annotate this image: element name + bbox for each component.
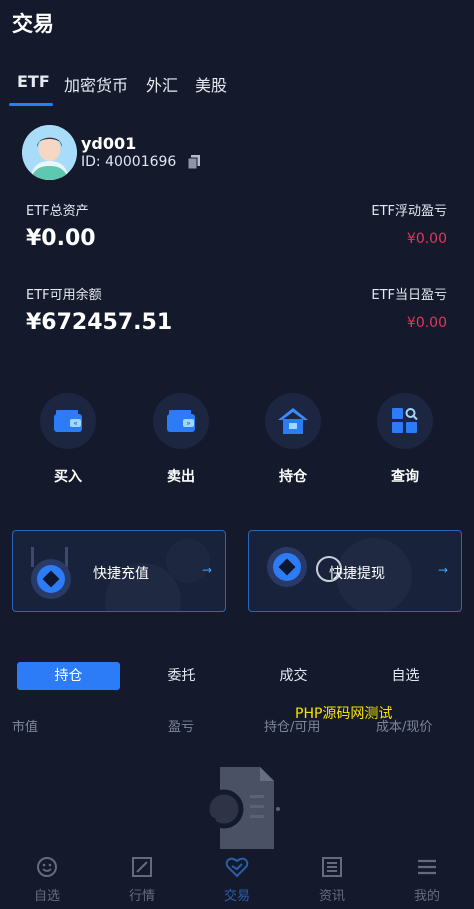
page-title: 交易 — [12, 12, 54, 36]
available-balance-value: ¥672457.51 — [26, 310, 173, 335]
quick-deposit-card[interactable]: 快捷充值 → — [12, 530, 226, 612]
tab-underline — [9, 103, 53, 106]
nav-news-label: 资讯 — [318, 889, 345, 904]
avatar[interactable] — [22, 125, 77, 180]
daily-pl-label: ETF当日盈亏 — [371, 288, 447, 303]
float-pl-label: ETF浮动盈亏 — [371, 204, 447, 219]
nav-trade[interactable]: 交易 — [197, 852, 277, 904]
copy-icon[interactable] — [186, 154, 202, 170]
svg-text:«: « — [73, 420, 77, 428]
subtab-positions[interactable]: 持仓 — [17, 662, 120, 690]
withdraw-coin-icon — [267, 547, 307, 587]
user-id: ID: 40001696 — [81, 154, 177, 170]
positions-button[interactable]: 持仓 — [263, 393, 323, 486]
quick-withdraw-card[interactable]: 快捷提现 → — [248, 530, 462, 612]
tab-crypto[interactable]: 加密货币 — [64, 72, 128, 96]
svg-text:»: » — [186, 420, 190, 428]
tab-forex[interactable]: 外汇 — [146, 72, 178, 96]
house-icon — [278, 408, 308, 434]
quick-deposit-label: 快捷充值 — [93, 566, 149, 582]
total-assets-value: ¥0.00 — [26, 226, 96, 251]
positions-label: 持仓 — [279, 469, 307, 485]
quick-withdraw-label: 快捷提现 — [329, 566, 385, 582]
arrow-right-icon: → — [437, 563, 448, 577]
tab-etf[interactable]: ETF — [17, 72, 50, 91]
nav-market-label: 行情 — [128, 889, 155, 904]
buy-button[interactable]: « 买入 — [38, 393, 98, 486]
nav-news[interactable]: 资讯 — [292, 852, 372, 904]
deposit-coin-icon — [31, 559, 71, 599]
query-label: 查询 — [391, 469, 419, 485]
heart-exchange-icon — [225, 857, 249, 878]
sell-label: 卖出 — [167, 469, 195, 485]
column-header-pl: 盈亏 — [168, 720, 195, 735]
chart-box-icon — [132, 857, 152, 877]
username: yd001 — [81, 134, 137, 153]
float-pl-value: ¥0.00 — [406, 231, 447, 247]
wallet-out-icon: » — [167, 410, 195, 432]
total-assets-label: ETF总资产 — [26, 204, 89, 219]
menu-icon — [418, 859, 436, 875]
bottom-navigation: 自选 行情 交易 资讯 我的 — [0, 852, 474, 909]
search-grid-icon — [392, 408, 418, 433]
nav-mine[interactable]: 我的 — [387, 852, 467, 904]
nav-watchlist-label: 自选 — [33, 889, 60, 904]
nav-market[interactable]: 行情 — [102, 852, 182, 904]
nav-trade-label: 交易 — [223, 889, 250, 904]
market-tabs: ETF 加密货币 外汇 美股 — [0, 70, 474, 110]
smile-icon — [37, 857, 57, 877]
subtab-watchlist[interactable]: 自选 — [354, 662, 457, 690]
sell-button[interactable]: » 卖出 — [151, 393, 211, 486]
buy-label: 买入 — [54, 469, 82, 485]
watermark: PHP源码网测试 — [295, 706, 393, 722]
nav-mine-label: 我的 — [413, 889, 440, 904]
nav-watchlist[interactable]: 自选 — [7, 852, 87, 904]
wallet-in-icon: « — [54, 410, 82, 432]
daily-pl-value: ¥0.00 — [406, 315, 447, 331]
order-subtabs: 持仓 委托 成交 自选 — [0, 662, 474, 690]
empty-state-icon — [190, 765, 290, 850]
arrow-right-icon: → — [201, 563, 212, 577]
subtab-orders[interactable]: 委托 — [130, 662, 233, 690]
subtab-trades[interactable]: 成交 — [242, 662, 345, 690]
news-icon — [322, 857, 342, 877]
column-header-market-value: 市值 — [12, 720, 39, 735]
available-balance-label: ETF可用余额 — [26, 288, 102, 303]
query-button[interactable]: 查询 — [375, 393, 435, 486]
tab-us-stocks[interactable]: 美股 — [195, 72, 227, 96]
